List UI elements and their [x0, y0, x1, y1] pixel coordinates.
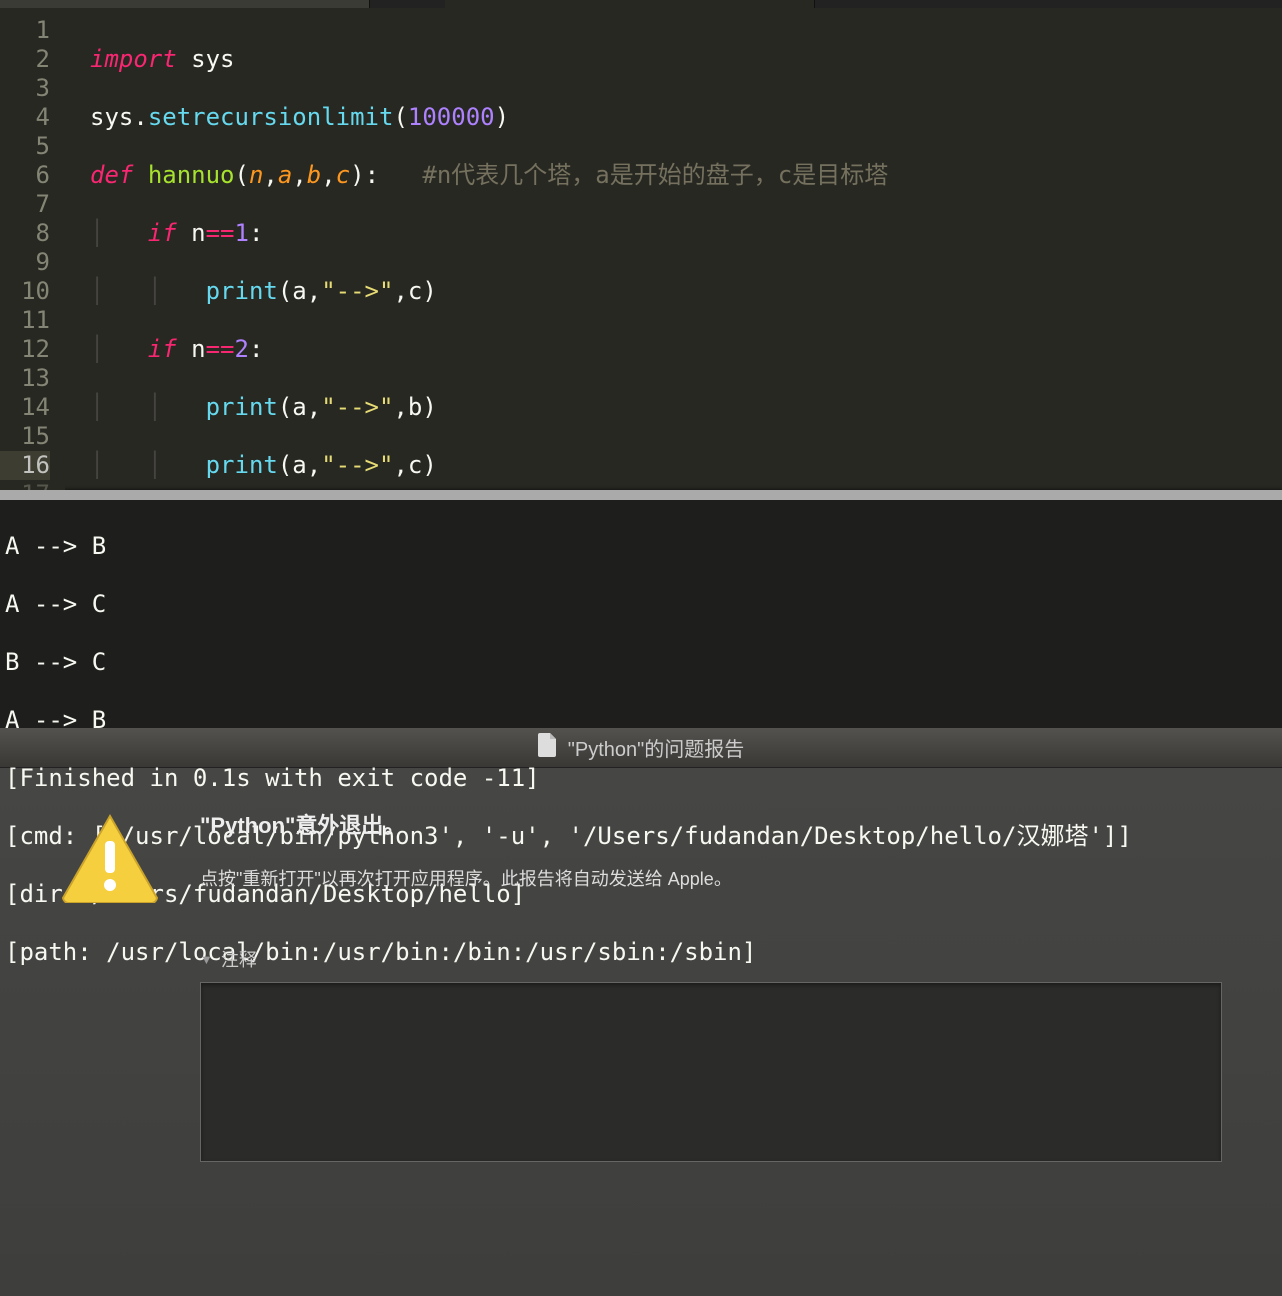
dialog-titlebar[interactable]: "Python"的问题报告 [0, 728, 1282, 768]
code-content[interactable]: import sys sys.setrecursionlimit(100000)… [65, 8, 888, 490]
output-line: B --> C [5, 648, 1277, 677]
tab-bar [0, 0, 1282, 8]
panel-divider[interactable] [0, 490, 1282, 500]
comments-disclosure[interactable]: ▼ 注释 [200, 946, 1222, 972]
dialog-title: "Python"的问题报告 [568, 733, 744, 762]
output-line: A --> C [5, 590, 1277, 619]
line-number-gutter: 1 2 3 4 5 6 7 8 9 10 11 12 13 14 15 16 1… [0, 8, 65, 490]
dialog-message: 点按"重新打开"以再次打开应用程序。此报告将自动发送给 Apple。 [200, 865, 1222, 891]
document-icon [538, 733, 558, 763]
output-line: A --> B [5, 532, 1277, 561]
comments-label: 注释 [221, 946, 257, 972]
warning-icon [60, 808, 170, 1296]
tab-inactive[interactable] [0, 0, 370, 8]
tab-active[interactable] [445, 0, 815, 8]
code-editor[interactable]: 1 2 3 4 5 6 7 8 9 10 11 12 13 14 15 16 1… [0, 8, 1282, 490]
crash-report-dialog: "Python"的问题报告 "Python"意外退出。 点按"重新打开"以再次打… [0, 728, 1282, 1296]
build-output-panel[interactable]: A --> B A --> C B --> C A --> B [Finishe… [0, 500, 1282, 728]
disclosure-triangle-icon: ▼ [200, 952, 213, 967]
comments-textarea[interactable] [200, 982, 1222, 1162]
dialog-heading: "Python"意外退出。 [200, 808, 1222, 840]
